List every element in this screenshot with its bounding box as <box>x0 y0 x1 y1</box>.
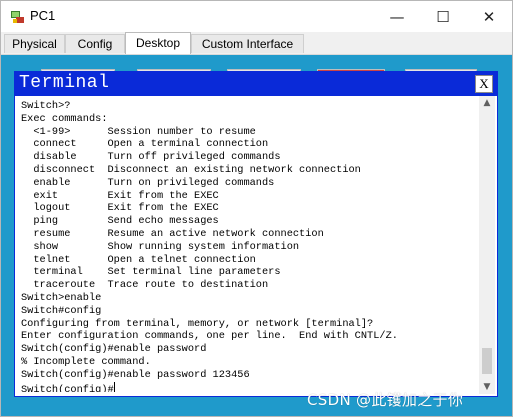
maximize-button[interactable]: ☐ <box>420 1 466 32</box>
scroll-down-icon[interactable]: ▼ <box>479 380 495 394</box>
app-icon <box>11 11 24 23</box>
terminal-line: logout Exit from the EXEC <box>21 202 219 215</box>
tab-strip: Physical Config Desktop Custom Interface <box>1 32 512 55</box>
scroll-up-icon[interactable]: ▲ <box>479 96 495 110</box>
terminal-line: Switch>? <box>21 100 71 112</box>
close-icon: ✕ <box>482 7 496 26</box>
terminal-line: Exec commands: <box>21 112 108 125</box>
watermark-text: CSDN @此镬加之于你 <box>307 391 464 409</box>
terminal-line: Switch(config)#enable password <box>21 343 207 356</box>
terminal-line: Configuring from terminal, memory, or ne… <box>21 317 374 330</box>
terminal-line: Switch(config)#enable password 123456 <box>21 368 250 381</box>
terminal-line: enable Turn on privileged commands <box>21 176 275 189</box>
scroll-thumb[interactable] <box>482 348 492 374</box>
terminal-line: ping Send echo messages <box>21 215 219 228</box>
title-bar: PC1 — ☐ ✕ <box>1 1 512 32</box>
terminal-line: exit Exit from the EXEC <box>21 189 219 202</box>
terminal-close-button[interactable]: X <box>475 75 493 93</box>
terminal-line: telnet Open a telnet connection <box>21 253 256 266</box>
terminal-title-bar: Terminal X <box>15 72 497 96</box>
terminal-line: terminal Set terminal line parameters <box>21 266 281 279</box>
close-button[interactable]: ✕ <box>466 1 512 32</box>
text-cursor <box>113 381 115 392</box>
tab-config[interactable]: Config <box>65 34 125 53</box>
window-title: PC1 <box>30 8 56 23</box>
terminal-line: disable Turn off privileged commands <box>21 151 281 164</box>
terminal-line: Enter configuration commands, one per li… <box>21 330 398 343</box>
maximize-icon: ☐ <box>436 7 450 26</box>
terminal-line: Switch#config <box>21 304 102 317</box>
terminal-scrollbar[interactable]: ▲ ▼ <box>479 96 495 394</box>
terminal-prompt-line: Switch(config)# <box>21 381 115 392</box>
terminal-line: resume Resume an active network connecti… <box>21 227 324 240</box>
app-window: PC1 — ☐ ✕ Physical Config Desktop Custom… <box>0 0 513 417</box>
terminal-line: traceroute Trace route to destination <box>21 279 269 292</box>
terminal-title: Terminal <box>19 73 110 93</box>
terminal-line: <1-99> Session number to resume <box>21 125 256 138</box>
terminal-window: Terminal X Switch>? Exec commands: <1-99… <box>14 71 498 397</box>
terminal-output[interactable]: Switch>? Exec commands: <1-99> Session n… <box>21 100 475 392</box>
minimize-icon: — <box>389 7 405 26</box>
terminal-line: % Incomplete command. <box>21 355 151 368</box>
terminal-line: Switch(config)# <box>21 383 114 392</box>
terminal-line: disconnect Disconnect an existing networ… <box>21 163 361 176</box>
terminal-line: Switch>enable <box>21 291 102 304</box>
tab-desktop[interactable]: Desktop <box>125 32 191 54</box>
terminal-line: connect Open a terminal connection <box>21 138 269 151</box>
tab-custom-interface[interactable]: Custom Interface <box>191 34 304 53</box>
minimize-button[interactable]: — <box>374 1 420 32</box>
terminal-line: show Show running system information <box>21 240 300 253</box>
tab-physical[interactable]: Physical <box>4 34 65 53</box>
